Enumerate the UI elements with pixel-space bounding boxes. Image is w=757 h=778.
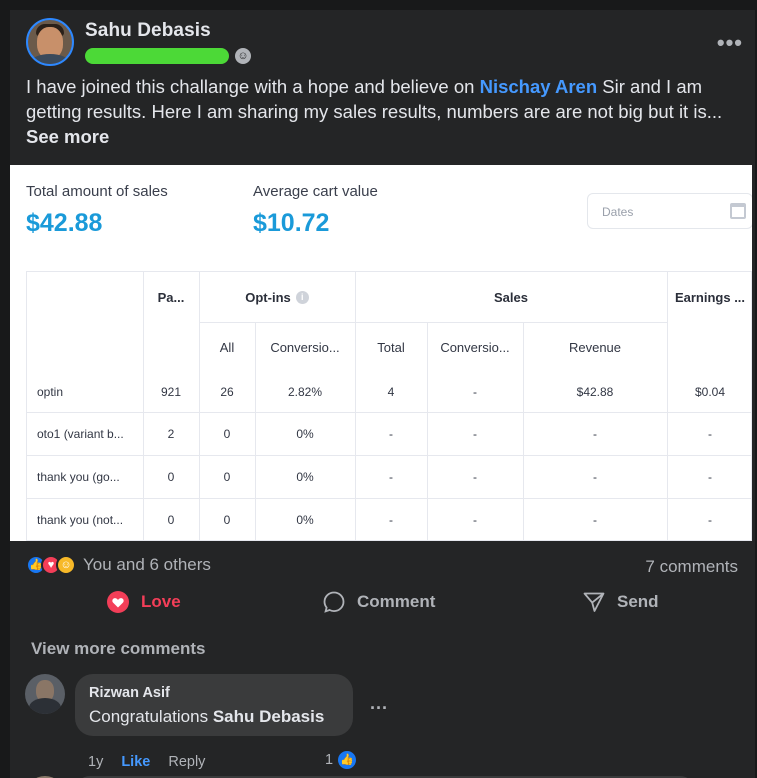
more-dots-icon[interactable]: ••• [717,30,743,56]
reactions-summary[interactable]: 👍 ♥ ☺ You and 6 others [26,555,211,575]
avg-cart-value: $10.72 [253,209,330,237]
comment-likes: 1 [325,752,334,768]
comment-bubble: Rizwan Asif Congratulations Sahu Debasis [75,674,353,736]
stats-table: Pa... Opt-ins i Sales Earnings ... All Co… [26,271,752,541]
comment-options-icon[interactable]: ··· [370,698,388,719]
comment-text: Congratulations Sahu Debasis [89,707,325,726]
comments-count[interactable]: 7 comments [645,557,738,577]
like-icon: 👍 [336,749,359,771]
author-avatar[interactable] [26,18,74,66]
total-sales-label: Total amount of sales [26,183,168,200]
sub-header-all: All [219,339,235,355]
comment-mention[interactable]: Sahu Debasis [213,707,325,726]
love-label: Love [141,592,181,611]
view-more-comments-link[interactable]: View more comments [31,639,205,659]
avg-cart-kpi: Average cart value $10.72 [253,183,378,238]
friends-icon: ☺ [235,48,251,64]
info-icon: i [295,290,309,304]
author-name[interactable]: Sahu Debasis [85,20,251,42]
col-header-sales: Sales [494,289,528,305]
send-button[interactable]: Send [582,590,659,614]
reactions-text: You and 6 others [83,555,211,574]
attached-screenshot[interactable]: Total amount of sales $42.88 Average car… [10,165,752,541]
col-header-earnings: Earnings ... [674,289,746,305]
comment-button[interactable]: Comment [322,590,435,614]
see-more-link[interactable]: See more [26,126,109,147]
comment-reply-button[interactable]: Reply [168,754,205,770]
total-sales-kpi: Total amount of sales $42.88 [26,183,168,238]
comment-meta: 1y Like Reply [88,754,223,770]
commenter-avatar[interactable] [25,674,65,714]
post-text: I have joined this challange with a hope… [26,76,723,147]
post-actions: Love Comment Send [10,590,752,620]
comment-label: Comment [357,592,436,611]
dates-placeholder: Dates [602,205,634,219]
care-icon: ☺ [56,555,76,575]
dates-field: Dates [587,193,752,229]
comment-age: 1y [88,754,104,770]
redacted-timestamp [85,48,229,64]
post-card: Sahu Debasis ☺ ••• I have joined this ch… [10,10,755,778]
sub-header-revenue: Revenue [568,339,622,355]
col-header-pages: Pa... [157,289,185,305]
mention-link[interactable]: Nischay Aren [480,76,598,97]
col-header-optins: Opt-ins i [199,272,355,322]
love-button[interactable]: Love [106,590,181,614]
love-icon [107,591,129,613]
sub-header-total: Total [377,339,405,355]
comment-reaction-count[interactable]: 1 👍 [325,749,359,771]
sub-header-sales-conversion: Conversio... [440,339,510,355]
commenter-name[interactable]: Rizwan Asif [89,685,339,701]
comment-like-button[interactable]: Like [121,754,150,770]
send-icon [583,592,605,612]
calendar-icon [730,203,746,219]
avg-cart-label: Average cart value [253,183,378,200]
post-header: Sahu Debasis ☺ [26,18,251,66]
send-label: Send [617,592,659,611]
sub-header-optin-conversion: Conversio... [270,339,340,355]
comment-icon [323,591,345,613]
total-sales-value: $42.88 [26,209,103,237]
